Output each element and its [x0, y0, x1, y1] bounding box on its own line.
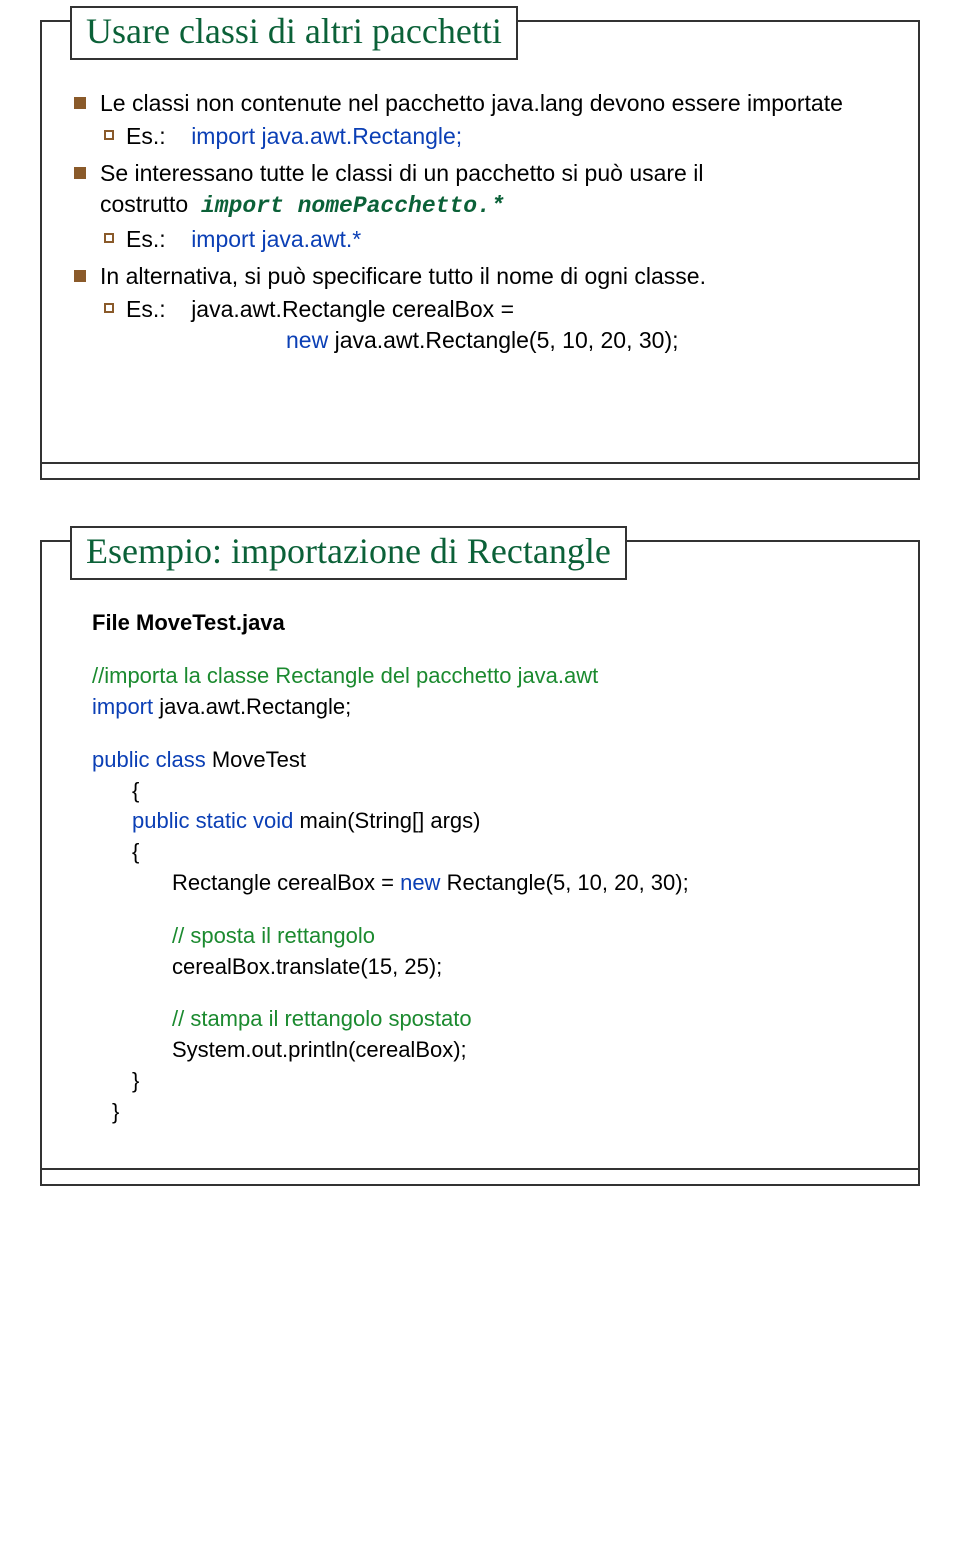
ex-line1: java.awt.Rectangle cerealBox =: [191, 296, 514, 322]
comment-1: //importa la classe Rectangle del pacche…: [92, 661, 888, 692]
new-kw: new: [286, 327, 328, 353]
ex-label-2: Es.:: [126, 226, 166, 252]
ex-line2: new java.awt.Rectangle(5, 10, 20, 30);: [126, 325, 679, 356]
bullet-3: In alternativa, si può specificare tutto…: [72, 261, 888, 356]
brace-open-2: {: [92, 837, 888, 868]
rect-c: Rectangle(5, 10, 20, 30);: [440, 870, 688, 895]
ex-code: import java.awt.Rectangle;: [191, 123, 462, 149]
bullet-2-ex: Es.: import java.awt.*: [100, 224, 888, 255]
slide-title: Usare classi di altri pacchetti: [86, 11, 502, 51]
slide2-title-wrap: Esempio: importazione di Rectangle: [70, 526, 627, 580]
rect-line: Rectangle cerealBox = new Rectangle(5, 1…: [92, 868, 888, 899]
comment-3: // stampa il rettangolo spostato: [92, 1004, 888, 1035]
translate-line: cerealBox.translate(15, 25);: [92, 952, 888, 983]
import-rest: java.awt.Rectangle;: [153, 694, 351, 719]
main-decl: public static void main(String[] args): [92, 806, 888, 837]
bullet-1-text: Le classi non contenute nel pacchetto ja…: [100, 90, 843, 116]
import-kw: import: [92, 694, 153, 719]
bullet-3-ex: Es.: java.awt.Rectangle cerealBox = new …: [100, 294, 888, 356]
ex-code-2: import java.awt.*: [191, 226, 361, 252]
file-heading: File MoveTest.java: [92, 608, 888, 639]
slide-2: Esempio: importazione di Rectangle File …: [40, 540, 920, 1185]
ex-label: Es.:: [126, 123, 166, 149]
class-kw: public class: [92, 747, 206, 772]
bullet-1: Le classi non contenute nel pacchetto ja…: [72, 88, 888, 152]
code-block: File MoveTest.java //importa la classe R…: [72, 608, 888, 1127]
class-decl: public class MoveTest: [92, 745, 888, 776]
slide2-title: Esempio: importazione di Rectangle: [86, 531, 611, 571]
slide-title-wrap: Usare classi di altri pacchetti: [70, 6, 518, 60]
import-line: import java.awt.Rectangle;: [92, 692, 888, 723]
slide-title-box: Usare classi di altri pacchetti: [70, 6, 518, 60]
bullet-2: Se interessano tutte le classi di un pac…: [72, 158, 888, 255]
class-name: MoveTest: [206, 747, 306, 772]
slide2-title-box: Esempio: importazione di Rectangle: [70, 526, 627, 580]
ex-label-3: Es.:: [126, 296, 166, 322]
main-rest: main(String[] args): [293, 808, 480, 833]
brace-close-2: }: [92, 1097, 888, 1128]
bullet-2-code: import nomePacchetto.*: [201, 193, 505, 219]
main-kw: public static void: [132, 808, 293, 833]
brace-open-1: {: [92, 776, 888, 807]
comment-2: // sposta il rettangolo: [92, 921, 888, 952]
bullet-1-ex: Es.: import java.awt.Rectangle;: [100, 121, 888, 152]
rect-a: Rectangle cerealBox =: [172, 870, 394, 895]
bullet-3-text: In alternativa, si può specificare tutto…: [100, 263, 706, 289]
ex-line2-rest: java.awt.Rectangle(5, 10, 20, 30);: [328, 327, 678, 353]
new-kw2: new: [394, 870, 440, 895]
brace-close-1: }: [92, 1066, 888, 1097]
println-line: System.out.println(cerealBox);: [92, 1035, 888, 1066]
slide2-content: File MoveTest.java //importa la classe R…: [42, 590, 918, 1157]
slide-1: Usare classi di altri pacchetti Le class…: [40, 20, 920, 480]
slide-content: Le classi non contenute nel pacchetto ja…: [42, 70, 918, 392]
